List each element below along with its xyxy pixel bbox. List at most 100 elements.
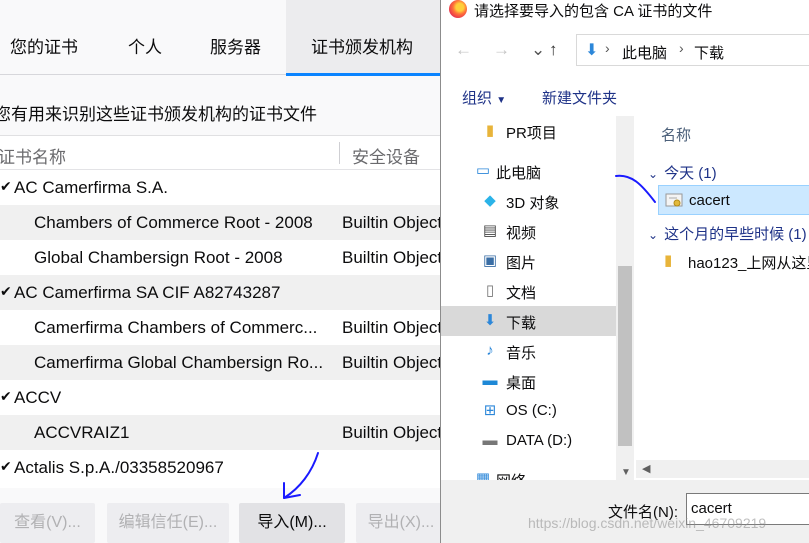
chevron-right-icon[interactable]: ›: [679, 40, 684, 56]
tab-servers[interactable]: 服务器: [192, 0, 286, 75]
certificate-file-icon: [665, 193, 683, 207]
nav-item-label: DATA (D:): [506, 432, 573, 449]
view-button[interactable]: 查看(V)...: [0, 503, 95, 543]
nav-item-label: 文档: [506, 285, 537, 302]
documents-icon: ▯: [485, 282, 495, 299]
tab-bar: 您的证书 个人 服务器 证书颁发机构: [0, 0, 440, 76]
nav-item-label: OS (C:): [506, 402, 557, 419]
nav-item-label: 视频: [506, 225, 537, 242]
tree-row-group[interactable]: ✔ Actalis S.p.A./03358520967: [0, 450, 440, 485]
tree-row-cert[interactable]: Camerfirma Global Chambersign Ro... Buil…: [0, 345, 440, 380]
nav-item-downloads[interactable]: ⬇ 下载: [441, 306, 616, 336]
download-arrow-icon: ⬇: [585, 42, 599, 59]
nav-item-pr-project[interactable]: ▮ PR项目: [441, 116, 616, 146]
nav-item-label: 下载: [506, 315, 537, 332]
scrollbar-thumb[interactable]: [618, 266, 632, 446]
nav-item-drive-c[interactable]: ⊞ OS (C:): [441, 396, 616, 426]
computer-icon: ▭: [475, 162, 491, 179]
export-button[interactable]: 导出(X)...: [356, 503, 440, 543]
desktop-icon: ▬: [482, 372, 498, 389]
column-header-security-device[interactable]: 安全设备: [352, 143, 420, 168]
row-device: Builtin Object Token: [342, 423, 440, 442]
breadcrumb-downloads[interactable]: 下载: [694, 42, 724, 63]
caret-down-icon: ▼: [496, 95, 507, 106]
nav-item-music[interactable]: ♪ 音乐: [441, 336, 616, 366]
firefox-logo-icon: [449, 0, 467, 18]
dialog-titlebar: 请选择要导入的包含 CA 证书的文件: [441, 0, 809, 20]
nav-item-documents[interactable]: ▯ 文档: [441, 276, 616, 306]
tree-row-cert[interactable]: Chambers of Commerce Root - 2008 Builtin…: [0, 205, 440, 240]
nav-item-label: 此电脑: [496, 165, 542, 182]
edit-trust-button[interactable]: 编辑信任(E)...: [107, 503, 229, 543]
video-icon: ▤: [482, 222, 498, 239]
tab-your-certs[interactable]: 您的证书: [0, 0, 98, 75]
scroll-down-arrow-icon[interactable]: ▼: [621, 467, 631, 478]
up-arrow-icon[interactable]: ↑: [549, 40, 558, 60]
row-name: Actalis S.p.A./03358520967: [14, 458, 224, 477]
row-name: Chambers of Commerce Root - 2008: [34, 213, 313, 232]
import-button[interactable]: 导入(M)...: [239, 503, 345, 543]
tree-row-cert[interactable]: Camerfirma Chambers of Commerc... Builti…: [0, 310, 440, 345]
new-folder-button[interactable]: 新建文件夹: [542, 87, 617, 108]
row-name: ACCV: [14, 388, 62, 407]
row-name: AC Camerfirma SA CIF A82743287: [14, 283, 281, 302]
folder-icon: ▮: [664, 252, 673, 269]
nav-item-drive-d[interactable]: ▬ DATA (D:): [441, 426, 616, 456]
address-bar[interactable]: ⬇ › 此电脑 › 下载: [576, 34, 809, 66]
pictures-icon: ▣: [482, 252, 498, 269]
drive-icon: ⊞: [483, 402, 497, 419]
chevron-down-icon: ⌄: [648, 167, 659, 181]
folder-item-hao123[interactable]: ▮ hao123_上网从这里开始: [658, 246, 809, 276]
file-name: cacert: [689, 192, 730, 209]
expand-check-icon[interactable]: ✔: [0, 283, 12, 300]
nav-item-label: PR项目: [506, 125, 557, 142]
row-device: Builtin Object Token: [342, 213, 440, 232]
breadcrumb-this-pc[interactable]: 此电脑: [622, 42, 667, 63]
organize-button[interactable]: 组织 ▼: [462, 87, 506, 108]
chevron-down-icon[interactable]: ⌄: [531, 40, 545, 60]
row-name: Camerfirma Global Chambersign Ro...: [34, 353, 324, 372]
tree-row-group[interactable]: ✔ AC Camerfirma S.A.: [0, 170, 440, 205]
download-icon: ⬇: [483, 312, 497, 329]
row-name: AC Camerfirma S.A.: [14, 178, 168, 197]
expand-check-icon[interactable]: ✔: [0, 388, 12, 405]
group-label: 今天 (1): [664, 165, 717, 182]
tree-row-cert[interactable]: ACCVRAIZ1 Builtin Object Token: [0, 415, 440, 450]
tree-row-group[interactable]: ✔ ACCV: [0, 380, 440, 415]
filename-bar: 文件名(N): cacert: [441, 480, 809, 543]
nav-item-3d-objects[interactable]: ◆ 3D 对象: [441, 186, 616, 216]
music-icon: ♪: [486, 342, 494, 359]
tab-people[interactable]: 个人: [98, 0, 192, 75]
expand-check-icon[interactable]: ✔: [0, 458, 12, 475]
row-name: Global Chambersign Root - 2008: [34, 248, 283, 267]
group-header-earlier-this-month[interactable]: ⌄ 这个月的早些时候 (1): [648, 223, 807, 244]
column-separator[interactable]: [339, 142, 340, 164]
group-header-today[interactable]: ⌄ 今天 (1): [648, 162, 717, 183]
scroll-left-arrow-icon[interactable]: ◀: [642, 462, 650, 475]
nav-scrollbar[interactable]: ▼: [616, 116, 634, 480]
file-item-cacert[interactable]: cacert: [658, 185, 809, 215]
row-name: Camerfirma Chambers of Commerc...: [34, 318, 318, 337]
file-list-pane[interactable]: 名称 ⌄ 今天 (1) cacert ⌄ 这个月的早些时候 (1) ▮ hao123…: [636, 116, 809, 460]
certificate-tree[interactable]: 证书名称 安全设备 ✔ AC Camerfirma S.A. Chambers …: [0, 135, 440, 488]
tree-row-group[interactable]: ✔ AC Camerfirma SA CIF A82743287: [0, 275, 440, 310]
forward-arrow-icon[interactable]: →: [493, 40, 510, 60]
navigation-pane[interactable]: ▮ PR项目 ▭ 此电脑 ◆ 3D 对象 ▤ 视频 ▣ 图片 ▯ 文档 ⬇ 下载…: [441, 116, 636, 490]
group-label: 这个月的早些时候 (1): [664, 226, 807, 243]
tree-row-cert[interactable]: Global Chambersign Root - 2008 Builtin O…: [0, 240, 440, 275]
chevron-right-icon[interactable]: ›: [605, 40, 610, 56]
chevron-down-icon: ⌄: [648, 228, 659, 242]
nav-item-desktop[interactable]: ▬ 桌面: [441, 366, 616, 396]
nav-item-label: 桌面: [506, 375, 537, 392]
nav-item-pictures[interactable]: ▣ 图片: [441, 246, 616, 276]
column-header-name[interactable]: 名称: [661, 124, 691, 145]
tab-authorities[interactable]: 证书颁发机构: [286, 0, 440, 76]
nav-item-this-pc[interactable]: ▭ 此电脑: [441, 156, 616, 186]
file-list-hscrollbar[interactable]: ◀: [636, 460, 809, 478]
column-header-cert-name[interactable]: 证书名称: [0, 143, 66, 168]
expand-check-icon[interactable]: ✔: [0, 178, 12, 195]
back-arrow-icon[interactable]: ←: [455, 40, 472, 60]
nav-item-video[interactable]: ▤ 视频: [441, 216, 616, 246]
row-name: ACCVRAIZ1: [34, 423, 130, 442]
organize-label: 组织: [462, 90, 493, 107]
